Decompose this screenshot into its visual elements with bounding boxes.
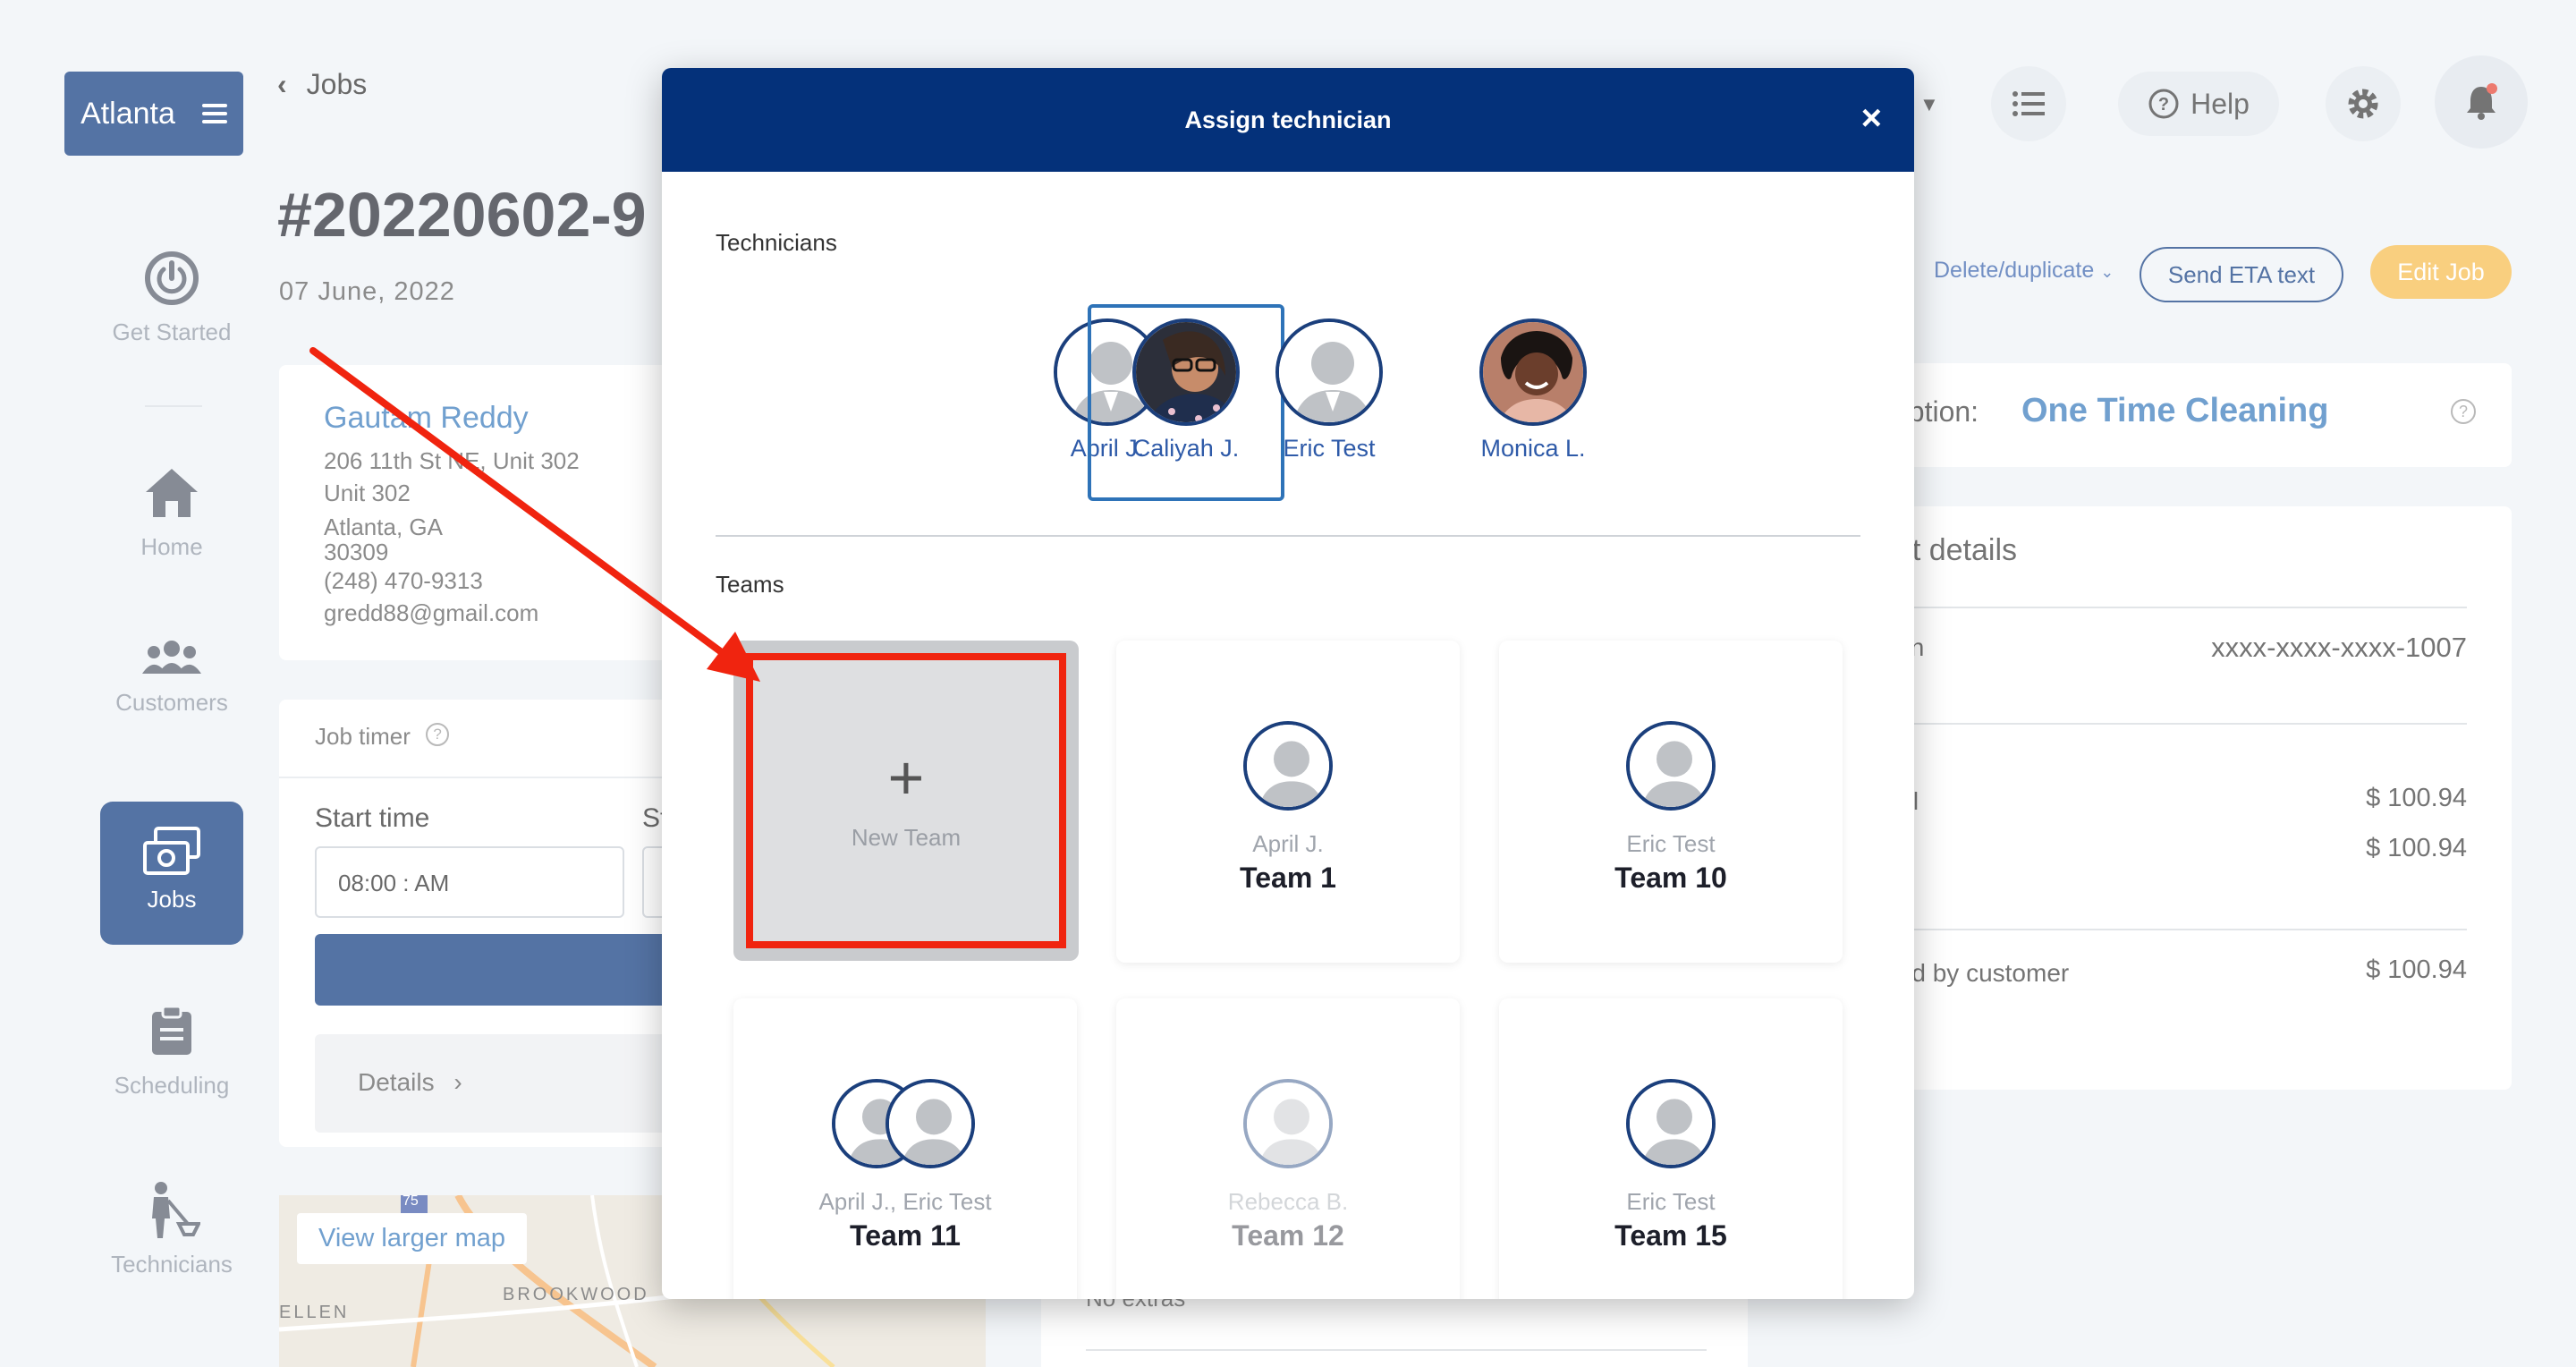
avatar-placeholder-icon bbox=[1626, 1079, 1716, 1168]
avatar-placeholder-icon bbox=[1626, 721, 1716, 811]
team-avatars bbox=[733, 1079, 1077, 1168]
avatar-placeholder-icon bbox=[1243, 1079, 1333, 1168]
assign-technician-modal: Assign technician × Technicians April J.… bbox=[662, 68, 1914, 1299]
team-name: Team 10 bbox=[1614, 862, 1727, 894]
team-members: Rebecca B. bbox=[1227, 1188, 1349, 1215]
modal-header: Assign technician × bbox=[662, 68, 1914, 172]
technician-photo bbox=[1132, 318, 1240, 426]
new-team-label: New Team bbox=[851, 823, 962, 851]
team-members: April J., Eric Test bbox=[818, 1188, 992, 1215]
team-name: Team 12 bbox=[1232, 1219, 1344, 1252]
team-members: April J. bbox=[1252, 830, 1324, 857]
new-team-highlight: + New Team bbox=[746, 653, 1066, 948]
team-card[interactable]: Eric Test Team 15 bbox=[1499, 998, 1843, 1299]
technicians-section-label: Technicians bbox=[716, 229, 837, 256]
technician-photo bbox=[1479, 318, 1587, 426]
technician-name: Monica L. bbox=[1480, 435, 1586, 462]
team-members: Eric Test bbox=[1626, 1188, 1716, 1215]
technician-option[interactable]: Eric Test bbox=[1231, 304, 1428, 501]
team-name: Team 1 bbox=[1240, 862, 1336, 894]
team-card-disabled: Rebecca B. Team 12 bbox=[1116, 998, 1460, 1299]
plus-icon: + bbox=[887, 742, 925, 812]
close-icon[interactable]: × bbox=[1861, 100, 1882, 136]
new-team-button[interactable]: + New Team bbox=[733, 641, 1079, 961]
team-name: Team 15 bbox=[1614, 1219, 1727, 1252]
team-card[interactable]: April J. Team 1 bbox=[1116, 641, 1460, 963]
team-name: Team 11 bbox=[850, 1219, 961, 1252]
modal-title: Assign technician bbox=[1184, 106, 1392, 133]
divider bbox=[716, 535, 1860, 537]
avatar-placeholder-icon bbox=[1243, 721, 1333, 811]
teams-section-label: Teams bbox=[716, 571, 784, 598]
avatar-placeholder-icon bbox=[1275, 318, 1383, 426]
team-card[interactable]: April J., Eric Test Team 11 bbox=[733, 998, 1077, 1299]
technician-name: Eric Test bbox=[1283, 435, 1376, 462]
technician-option[interactable]: Monica L. bbox=[1435, 304, 1631, 501]
team-members: Eric Test bbox=[1626, 830, 1716, 857]
team-card[interactable]: Eric Test Team 10 bbox=[1499, 641, 1843, 963]
avatar-placeholder-icon bbox=[886, 1079, 975, 1168]
